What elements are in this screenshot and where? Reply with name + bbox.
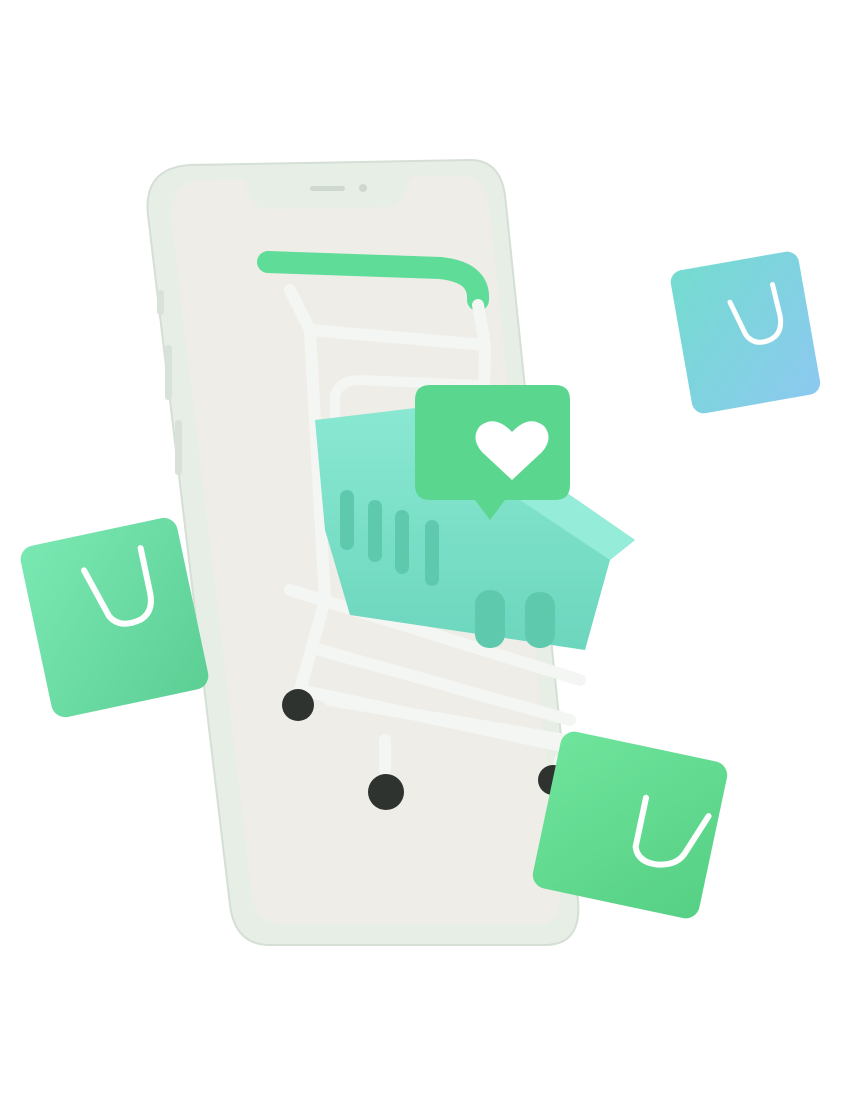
speaker-icon xyxy=(310,186,345,191)
shopping-illustration xyxy=(20,158,821,946)
shopping-bag-top-right xyxy=(670,251,821,414)
wheel xyxy=(368,774,404,810)
camera-icon xyxy=(359,184,367,192)
side-button xyxy=(165,345,172,400)
shopping-bag-left xyxy=(20,517,209,718)
side-button xyxy=(175,420,182,475)
heart-bubble xyxy=(415,385,570,520)
phone-notch xyxy=(245,177,410,209)
wheel xyxy=(282,689,314,721)
side-button xyxy=(157,290,164,315)
